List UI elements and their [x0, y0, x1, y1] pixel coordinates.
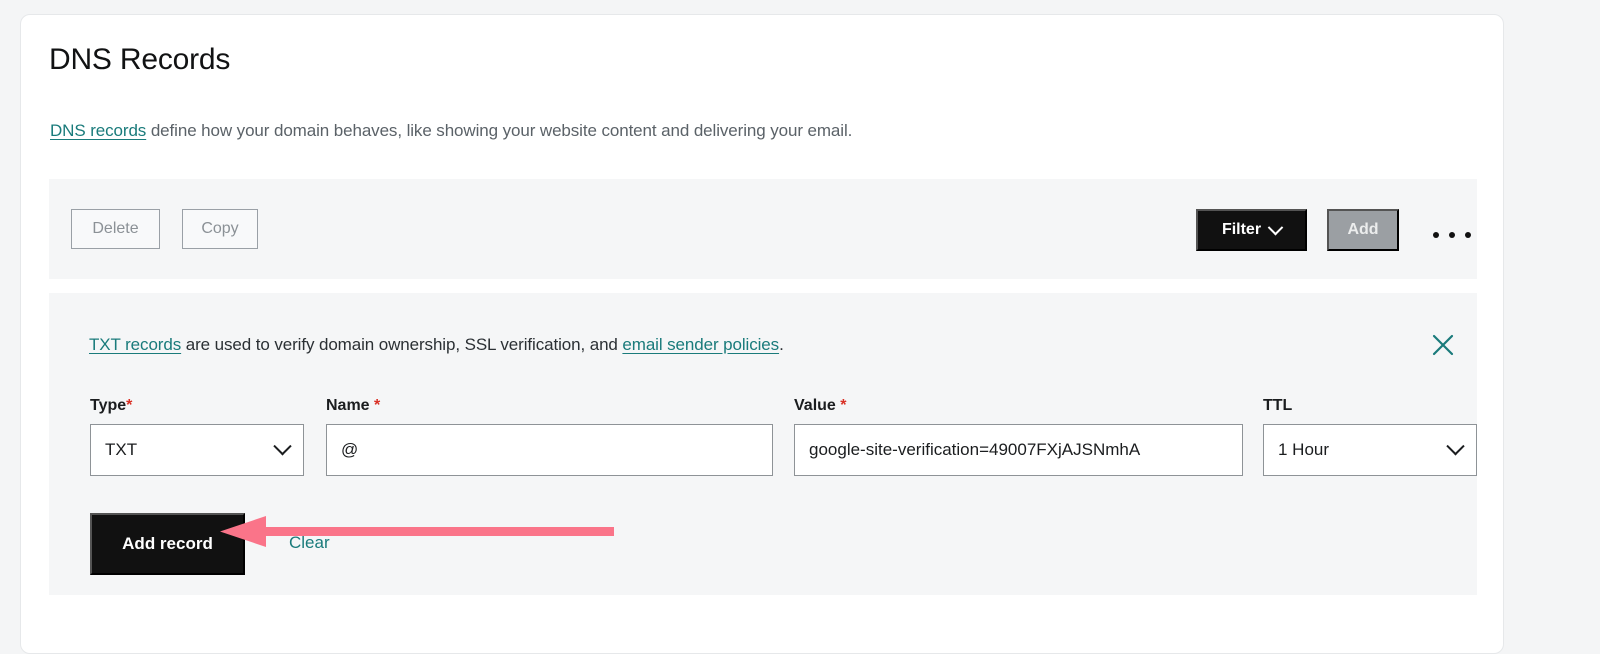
- chevron-down-icon: [273, 437, 291, 455]
- banner-mid-text: are used to verify domain ownership, SSL…: [181, 335, 622, 354]
- value-input[interactable]: google-site-verification=49007FXjAJSNmhA: [794, 424, 1243, 476]
- email-sender-policies-link[interactable]: email sender policies: [622, 335, 779, 354]
- field-value-label-text: Value: [794, 397, 840, 414]
- records-toolbar: Delete Copy Filter Add: [49, 179, 1477, 279]
- dns-records-link[interactable]: DNS records: [50, 121, 146, 140]
- filter-button[interactable]: Filter: [1196, 209, 1307, 251]
- field-name-label: Name *: [326, 397, 773, 415]
- close-icon[interactable]: [1429, 331, 1457, 359]
- ttl-select-value: 1 Hour: [1278, 440, 1329, 460]
- type-select-value: TXT: [105, 440, 137, 460]
- value-input-value: google-site-verification=49007FXjAJSNmhA: [809, 440, 1140, 460]
- field-ttl: TTL 1 Hour: [1263, 397, 1477, 476]
- txt-records-info-banner: TXT records are used to verify domain ow…: [89, 335, 784, 355]
- dot-icon: [1449, 232, 1455, 238]
- field-type: Type* TXT: [90, 397, 304, 476]
- intro-text: DNS records define how your domain behav…: [50, 121, 852, 141]
- intro-rest-text: define how your domain behaves, like sho…: [146, 121, 852, 140]
- type-select[interactable]: TXT: [90, 424, 304, 476]
- clear-link[interactable]: Clear: [289, 533, 330, 553]
- add-button[interactable]: Add: [1327, 209, 1399, 251]
- dot-icon: [1433, 232, 1439, 238]
- filter-button-label: Filter: [1222, 221, 1261, 239]
- ttl-select[interactable]: 1 Hour: [1263, 424, 1477, 476]
- dns-records-card: DNS Records DNS records define how your …: [20, 14, 1504, 654]
- add-record-form-panel: TXT records are used to verify domain ow…: [49, 293, 1477, 595]
- page-title: DNS Records: [49, 43, 230, 77]
- field-ttl-label: TTL: [1263, 397, 1477, 415]
- field-value: Value * google-site-verification=49007FX…: [794, 397, 1243, 476]
- chevron-down-icon: [1446, 437, 1464, 455]
- copy-button[interactable]: Copy: [182, 209, 258, 249]
- chevron-down-icon: [1268, 219, 1284, 235]
- name-input-value: @: [341, 440, 358, 460]
- banner-end-text: .: [779, 335, 784, 354]
- field-type-label-text: Type: [90, 397, 126, 414]
- field-type-label: Type*: [90, 397, 304, 415]
- required-asterisk: *: [840, 397, 846, 414]
- required-asterisk: *: [126, 397, 132, 414]
- field-name: Name * @: [326, 397, 773, 476]
- dot-icon: [1465, 232, 1471, 238]
- name-input[interactable]: @: [326, 424, 773, 476]
- delete-button[interactable]: Delete: [71, 209, 160, 249]
- txt-records-link[interactable]: TXT records: [89, 335, 181, 354]
- add-record-button[interactable]: Add record: [90, 513, 245, 575]
- field-name-label-text: Name: [326, 397, 374, 414]
- field-value-label: Value *: [794, 397, 1243, 415]
- required-asterisk: *: [374, 397, 380, 414]
- more-options-icon[interactable]: [1433, 227, 1471, 243]
